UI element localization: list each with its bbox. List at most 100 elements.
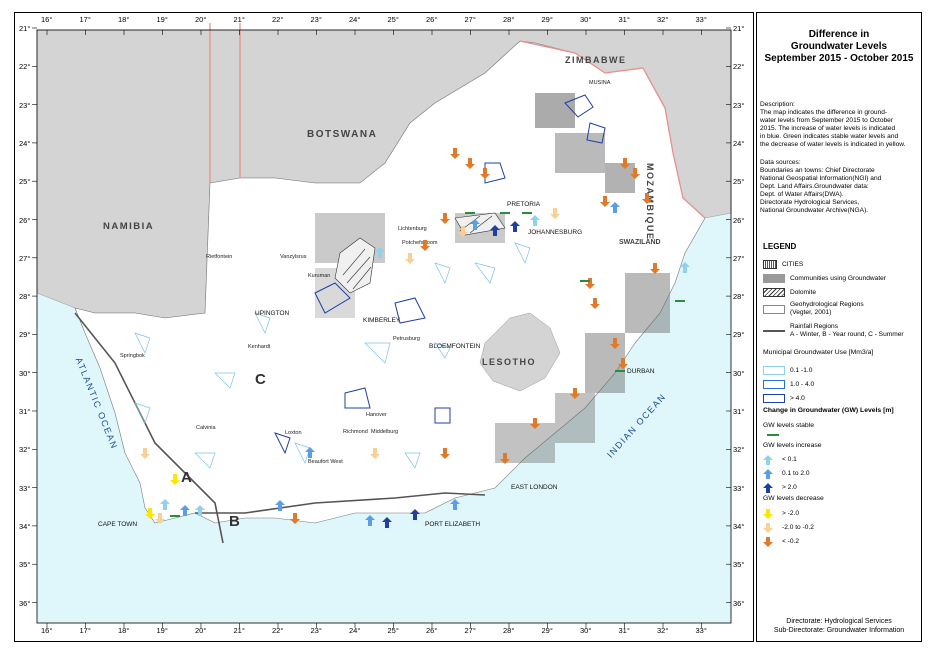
latitude-tick-label: 21° <box>19 24 31 33</box>
legend-decrease-3: < -0.2 <box>763 536 800 547</box>
latitude-tick-label: 24° <box>733 138 745 148</box>
country-label-namibia: NAMIBIA <box>103 221 155 232</box>
decrease-yellow-arrow-icon <box>763 508 777 519</box>
latitude-tick-label: 24° <box>19 138 31 148</box>
longitude-tick-label: 24° <box>349 15 361 24</box>
decrease-large-label: < -0.2 <box>782 537 800 545</box>
town-potchefstroom: Potchefstroom <box>402 240 438 246</box>
legend-item-rainfall: Rainfall Regions A - Winter, B - Year ro… <box>763 321 904 341</box>
legend-heading: LEGEND <box>763 242 797 251</box>
latitude-tick-label: 21° <box>733 24 745 33</box>
longitude-tick-label: 18° <box>118 626 130 635</box>
municipal-low-swatch-icon <box>763 365 785 375</box>
legend-decrease-2: -2.0 to -0.2 <box>763 522 814 533</box>
town-kimberley: KIMBERLEY <box>363 317 401 324</box>
longitude-tick-label: 33° <box>695 626 707 635</box>
increase-mid-arrow-icon <box>763 468 777 479</box>
decrease-mid-label: -2.0 to -0.2 <box>782 523 814 531</box>
town-johannesburg: JOHANNESBURG <box>528 229 583 236</box>
latitude-tick-label: 34° <box>733 521 745 531</box>
longitude-tick-label: 19° <box>156 626 168 635</box>
rainfall-region-b: B <box>229 513 240 530</box>
latitude-tick-label: 28° <box>19 292 31 302</box>
increase-dark-arrow-icon <box>763 482 777 493</box>
latitude-tick-label: 30° <box>733 368 745 378</box>
map-canvas <box>32 23 732 628</box>
legend-increase-3: > 2.0 <box>763 482 797 493</box>
longitude-tick-label: 29° <box>541 626 553 635</box>
country-label-swaziland: SWAZILAND <box>619 239 661 246</box>
legend-increase-1: < 0.1 <box>763 454 797 465</box>
credit-text: Directorate: Hydrological Services Sub-D… <box>773 618 905 634</box>
dolomite-label: Dolomite <box>790 288 817 296</box>
town-bloemfontein: BLOEMFONTEIN <box>429 343 481 350</box>
rainfall-region-a: A <box>181 469 192 486</box>
municipal-low-label: 0.1 -1.0 <box>790 366 813 374</box>
longitude-tick-label: 30° <box>580 15 592 24</box>
stable-swatch-icon <box>767 434 779 436</box>
municipal-mid-label: 1.0 - 4.0 <box>790 380 815 388</box>
longitude-tick-label: 24° <box>349 626 361 635</box>
longitude-tick-label: 26° <box>426 626 438 635</box>
longitude-tick-label: 28° <box>503 626 515 635</box>
legend-title: Difference in Groundwater Levels Septemb… <box>757 29 921 65</box>
map-figure: BOTSWANA ZIMBABWE MOZAMBIQUE NAMIBIA SWA… <box>0 0 928 649</box>
town-lichtenburg: Lichtenburg <box>398 226 427 232</box>
legend-municipal-2: 1.0 - 4.0 <box>763 379 814 389</box>
latitude-tick-label: 33° <box>19 483 31 493</box>
longitude-tick-label: 20° <box>195 15 207 24</box>
cities-swatch-icon <box>763 259 777 269</box>
longitude-tick-label: 31° <box>618 15 630 24</box>
longitude-tick-label: 18° <box>118 15 130 24</box>
longitude-tick-label: 20° <box>195 626 207 635</box>
latitude-tick-label: 22° <box>19 62 31 72</box>
latitude-tick-label: 23° <box>19 100 31 110</box>
latitude-tick-label: 35° <box>19 560 31 570</box>
country-label-botswana: BOTSWANA <box>307 129 378 140</box>
longitude-tick-label: 33° <box>695 15 707 24</box>
town-rietfontein: Rietfontein <box>206 254 233 260</box>
rainfall-label: Rainfall Regions A - Winter, B - Year ro… <box>790 323 904 338</box>
communities-swatch-icon <box>763 273 785 283</box>
data-sources: Data sources: Boundaries an towns: Chief… <box>760 159 882 214</box>
town-springbok: Springbok <box>120 353 145 359</box>
latitude-tick-label: 25° <box>733 177 745 187</box>
rainfall-region-c: C <box>255 371 266 388</box>
town-middelburg: Middelburg <box>371 429 399 435</box>
longitude-tick-label: 19° <box>156 15 168 24</box>
latitude-tick-label: 36° <box>733 598 745 608</box>
longitude-tick-label: 22° <box>272 626 284 635</box>
longitude-tick-label: 21° <box>233 15 245 24</box>
latitude-tick-label: 22° <box>733 62 745 72</box>
legend-item-communities: Communities using Groundwater <box>763 273 886 283</box>
longitude-tick-label: 29° <box>541 15 553 24</box>
latitude-tick-label: 30° <box>19 368 31 378</box>
longitude-tick-label: 17° <box>79 626 91 635</box>
stable-label: GW levels stable <box>763 422 814 429</box>
legend-item-dolomite: Dolomite <box>763 287 816 297</box>
communities-label: Communities using Groundwater <box>790 274 887 282</box>
increase-label: GW levels increase <box>763 442 822 449</box>
longitude-tick-label: 16° <box>41 626 53 635</box>
longitude-tick-label: 23° <box>310 15 322 24</box>
legend-title-line-2: Groundwater Levels <box>790 41 888 52</box>
legend-decrease-1: > -2.0 <box>763 508 799 519</box>
latitude-tick-label: 32° <box>733 445 745 455</box>
increase-mid-label: 0.1 to 2.0 <box>782 469 810 477</box>
increase-light-arrow-icon <box>763 454 777 465</box>
longitude-tick-label: 17° <box>79 15 91 24</box>
latitude-tick-label: 25° <box>19 177 31 187</box>
latitude-tick-label: 36° <box>19 598 31 608</box>
legend-panel: Difference in Groundwater Levels Septemb… <box>756 12 922 642</box>
legend-municipal-1: 0.1 -1.0 <box>763 365 812 375</box>
latitude-tick-label: 28° <box>733 292 745 302</box>
town-musina: MUSINA <box>589 80 611 86</box>
increase-large-label: > 2.0 <box>782 483 797 491</box>
decrease-orange-arrow-icon <box>763 536 777 547</box>
town-durban: DURBAN <box>627 368 655 375</box>
country-label-zimbabwe: ZIMBABWE <box>565 55 627 65</box>
latitude-tick-label: 32° <box>19 445 31 455</box>
decrease-label: GW levels decrease <box>763 495 824 502</box>
legend-item-geohydro: Geohydrological Regions (Vegter, 2001) <box>763 299 864 319</box>
country-label-lesotho: LESOTHO <box>482 357 537 367</box>
